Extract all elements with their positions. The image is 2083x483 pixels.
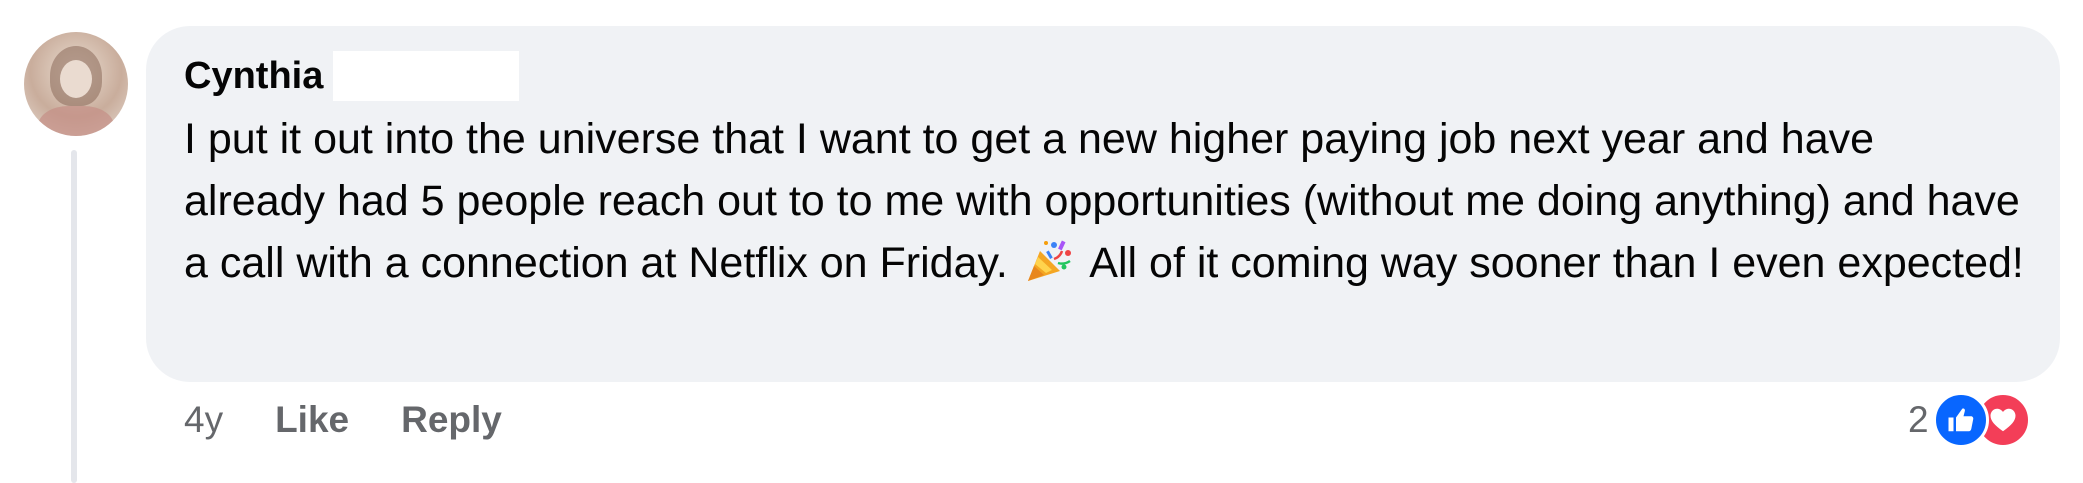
redacted-surname (333, 51, 520, 101)
party-popper-icon (1027, 240, 1071, 281)
reply-button[interactable]: Reply (401, 399, 502, 441)
thread-line (71, 150, 77, 483)
author-name[interactable]: Cynthia (184, 50, 323, 102)
reaction-count: 2 (1908, 399, 1929, 440)
comment-actions: 4y Like Reply (184, 394, 554, 446)
avatar[interactable] (24, 32, 128, 136)
comment-text: I put it out into the universe that I wa… (184, 108, 2024, 294)
comment-text-part-2: All of it coming way sooner than I even … (1089, 239, 2024, 287)
like-icon (1932, 392, 1989, 448)
like-button[interactable]: Like (275, 399, 349, 441)
author-row: Cynthia (184, 50, 520, 102)
timestamp[interactable]: 4y (184, 399, 223, 441)
reaction-summary[interactable]: 2 (1908, 390, 2031, 450)
comment: Cynthia I put it out into the universe t… (0, 0, 2083, 483)
